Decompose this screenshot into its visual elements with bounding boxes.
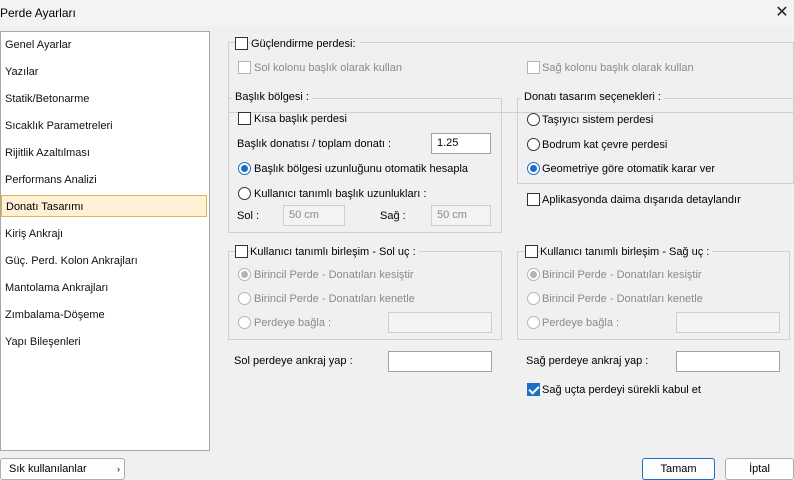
detail-outside-checkbox[interactable] bbox=[527, 193, 540, 206]
right-connect-label: Perdeye bağla : bbox=[542, 317, 620, 329]
sidebar-item-genel-ayarlar[interactable]: Genel Ayarlar bbox=[1, 34, 207, 56]
sidebar-item-yazilar[interactable]: Yazılar bbox=[1, 61, 207, 83]
right-intersect-radio[interactable] bbox=[527, 268, 540, 281]
left-col-header-label: Sol kolonu başlık olarak kullan bbox=[254, 62, 402, 74]
right-joint-checkbox[interactable] bbox=[525, 245, 538, 258]
auto-length-label: Başlık bölgesi uzunluğunu otomatik hesap… bbox=[254, 163, 469, 175]
ok-button[interactable]: Tamam bbox=[642, 458, 715, 480]
user-length-radio[interactable] bbox=[238, 187, 251, 200]
sidebar-item-kiris-ankraji[interactable]: Kiriş Ankrajı bbox=[1, 223, 207, 245]
dialog-window: Perde Ayarları ✕ Genel Ayarlar Yazılar S… bbox=[0, 0, 794, 480]
right-connect-radio[interactable] bbox=[527, 316, 540, 329]
sidebar-item-rijitlik-azaltilmasi[interactable]: Rijitlik Azaltılması bbox=[1, 142, 207, 164]
left-length-input[interactable]: 50 cm bbox=[283, 205, 345, 226]
left-connect-radio[interactable] bbox=[238, 316, 251, 329]
right-col-header-label: Sağ kolonu başlık olarak kullan bbox=[542, 62, 694, 74]
detail-outside-label: Aplikasyonda daima dışarıda detaylandır bbox=[542, 194, 741, 206]
left-connect-input[interactable] bbox=[388, 312, 492, 333]
ratio-label: Başlık donatısı / toplam donatı : bbox=[237, 138, 392, 150]
option-basement-wall-label: Bodrum kat çevre perdesi bbox=[542, 139, 668, 151]
left-anchorage-input[interactable] bbox=[388, 351, 492, 372]
right-joint-title: Kullanıcı tanımlı birleşim - Sağ uç : bbox=[540, 246, 713, 258]
continuous-wall-checkbox[interactable] bbox=[527, 383, 540, 396]
favorites-label: Sık kullanılanlar bbox=[9, 463, 87, 475]
left-interlock-label: Birincil Perde - Donatıları kenetle bbox=[254, 293, 415, 305]
left-intersect-radio[interactable] bbox=[238, 268, 251, 281]
ratio-input[interactable]: 1.25 bbox=[431, 133, 491, 154]
right-length-label: Sağ : bbox=[380, 210, 406, 222]
left-joint-title: Kullanıcı tanımlı birleşim - Sol uç : bbox=[250, 246, 419, 258]
left-interlock-radio[interactable] bbox=[238, 292, 251, 305]
right-anchorage-label: Sağ perdeye ankraj yap : bbox=[526, 355, 649, 367]
option-carrier-wall-label: Taşıyıcı sistem perdesi bbox=[542, 114, 654, 126]
sidebar-item-yapi-bilesenleri[interactable]: Yapı Bileşenleri bbox=[1, 331, 207, 353]
right-anchorage-input[interactable] bbox=[676, 351, 780, 372]
left-length-label: Sol : bbox=[237, 210, 260, 222]
sidebar-item-zimbalama-doseme[interactable]: Zımbalama-Döşeme bbox=[1, 304, 207, 326]
right-interlock-radio[interactable] bbox=[527, 292, 540, 305]
left-intersect-label: Birincil Perde - Donatıları kesiştir bbox=[254, 269, 414, 281]
reinforcement-checkbox[interactable] bbox=[235, 37, 248, 50]
short-header-checkbox[interactable] bbox=[238, 112, 251, 125]
settings-sidebar: Genel Ayarlar Yazılar Statik/Betonarme S… bbox=[0, 31, 210, 451]
right-length-input[interactable]: 50 cm bbox=[431, 205, 491, 226]
sidebar-item-sicaklik-parametreleri[interactable]: Sıcaklık Parametreleri bbox=[1, 115, 207, 137]
window-title: Perde Ayarları bbox=[0, 6, 76, 20]
continuous-wall-label: Sağ uçta perdeyi sürekli kabul et bbox=[542, 384, 701, 396]
short-header-label: Kısa başlık perdesi bbox=[254, 113, 347, 125]
sidebar-item-donati-tasarimi[interactable]: Donatı Tasarımı bbox=[1, 195, 207, 217]
chevron-right-icon: › bbox=[117, 464, 120, 474]
close-icon[interactable]: ✕ bbox=[770, 2, 794, 24]
left-anchorage-label: Sol perdeye ankraj yap : bbox=[234, 355, 353, 367]
left-connect-label: Perdeye bağla : bbox=[254, 317, 332, 329]
auto-length-radio[interactable] bbox=[238, 162, 251, 175]
right-connect-input[interactable] bbox=[676, 312, 780, 333]
sidebar-item-statik-betonarme[interactable]: Statik/Betonarme bbox=[1, 88, 207, 110]
right-intersect-label: Birincil Perde - Donatıları kesiştir bbox=[542, 269, 702, 281]
sidebar-item-guc-perd-kolon-ankrajlari[interactable]: Güç. Perd. Kolon Ankrajları bbox=[1, 250, 207, 272]
title-bar: Perde Ayarları ✕ bbox=[0, 0, 794, 26]
sidebar-item-performans-analizi[interactable]: Performans Analizi bbox=[1, 169, 207, 191]
option-basement-wall-radio[interactable] bbox=[527, 138, 540, 151]
right-col-header-checkbox[interactable] bbox=[527, 61, 540, 74]
option-carrier-wall-radio[interactable] bbox=[527, 113, 540, 126]
sidebar-item-mantolama-ankrajlari[interactable]: Mantolama Ankrajları bbox=[1, 277, 207, 299]
settings-panel: Güçlendirme perdesi: Sol kolonu başlık o… bbox=[213, 31, 794, 451]
user-length-label: Kullanıcı tanımlı başlık uzunlukları : bbox=[254, 188, 427, 200]
header-zone-title: Başlık bölgesi : bbox=[232, 91, 312, 103]
left-joint-checkbox[interactable] bbox=[235, 245, 248, 258]
left-col-header-checkbox[interactable] bbox=[238, 61, 251, 74]
favorites-button[interactable]: Sık kullanılanlar › bbox=[0, 458, 125, 480]
cancel-button[interactable]: İptal bbox=[725, 458, 794, 480]
right-interlock-label: Birincil Perde - Donatıları kenetle bbox=[542, 293, 703, 305]
option-auto-decide-label: Geometriye göre otomatik karar ver bbox=[542, 163, 716, 175]
reinforcement-label: Güçlendirme perdesi: bbox=[251, 38, 359, 50]
option-auto-decide-radio[interactable] bbox=[527, 162, 540, 175]
design-options-title: Donatı tasarım seçenekleri : bbox=[521, 91, 664, 103]
